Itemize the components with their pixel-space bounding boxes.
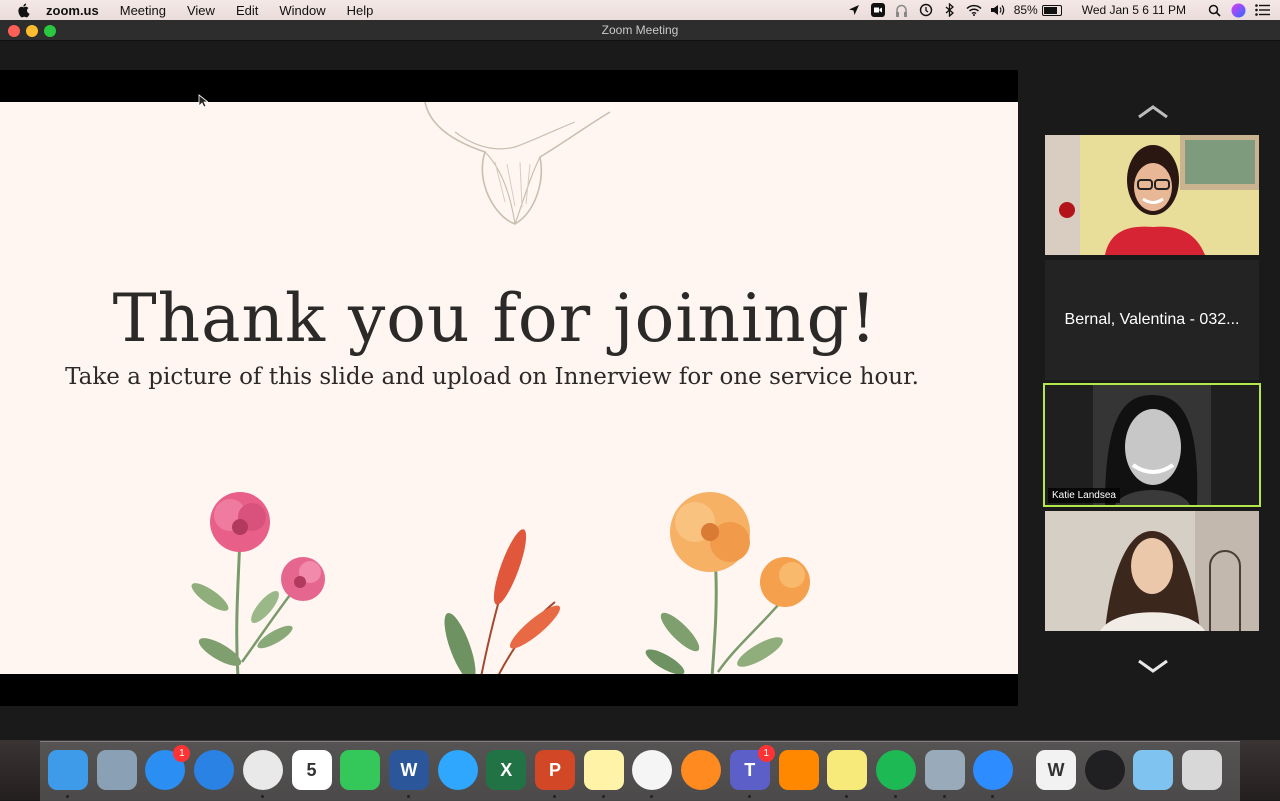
messages-icon[interactable]: [437, 750, 478, 790]
location-icon[interactable]: [846, 3, 862, 17]
spotlight-search-icon[interactable]: [1206, 3, 1222, 17]
battery-indicator[interactable]: 85%: [1014, 3, 1062, 17]
photos-icon[interactable]: [632, 750, 673, 790]
running-indicator: [553, 795, 556, 798]
zoom-icon[interactable]: [973, 750, 1014, 790]
security-app-icon[interactable]: [1084, 750, 1125, 790]
word-icon[interactable]: W: [388, 750, 429, 790]
running-indicator: [747, 795, 751, 798]
screen-share-letterbox-top: [0, 70, 1018, 102]
scroll-down-chevron-icon[interactable]: [1136, 657, 1170, 675]
books-icon[interactable]: [681, 750, 722, 790]
clock[interactable]: Wed Jan 5 6 11 PM: [1082, 3, 1186, 17]
teams-icon[interactable]: T1: [729, 745, 775, 790]
safari-icon[interactable]: [194, 750, 235, 790]
image-capture-icon[interactable]: [924, 750, 965, 790]
running-indicator: [893, 795, 897, 798]
trash-icon[interactable]: [1182, 750, 1223, 790]
dock-icon-label: W: [1047, 759, 1065, 780]
participant-video-4: [1045, 511, 1259, 631]
running-indicator: [991, 795, 995, 798]
menu-window[interactable]: Window: [279, 3, 325, 18]
running-indicator: [942, 795, 946, 798]
scroll-up-chevron-icon[interactable]: [1136, 103, 1170, 121]
orange-poppies-illustration: [645, 492, 810, 674]
notes-icon[interactable]: [583, 750, 624, 790]
participant-video-1: [1045, 135, 1259, 255]
dock-icon-label: W: [400, 759, 418, 780]
stickies-icon[interactable]: [827, 750, 868, 790]
screen-share-letterbox-bottom: [0, 674, 1018, 706]
running-indicator: [601, 795, 605, 798]
notification-badge: 1: [757, 745, 775, 762]
app-menu[interactable]: zoom.us: [46, 3, 99, 18]
running-indicator: [260, 795, 264, 798]
volume-icon[interactable]: [990, 3, 1006, 17]
participant-name: Bernal, Valentina - 032...: [1064, 311, 1240, 328]
calendar-icon[interactable]: 5: [291, 750, 332, 790]
window-title: Zoom Meeting: [601, 23, 679, 37]
headphones-icon[interactable]: [894, 3, 910, 17]
red-wheat-illustration: [444, 529, 561, 674]
mouse-cursor-icon: [198, 94, 208, 108]
chrome-icon[interactable]: [242, 750, 283, 790]
time-machine-icon[interactable]: [918, 3, 934, 17]
notification-badge: 1: [173, 745, 191, 762]
wifi-icon[interactable]: [966, 3, 982, 17]
dock-icon-label: X: [500, 759, 513, 780]
status-area: 85% Wed Jan 5 6 11 PM: [846, 0, 1280, 20]
line-art-flower-decoration: [424, 102, 611, 225]
running-indicator: [406, 795, 410, 798]
dock-icon-label: T: [744, 759, 756, 780]
participant-name-tag: Katie Landsea: [1048, 488, 1120, 503]
participant-video-tile-active[interactable]: Katie Landsea: [1043, 383, 1261, 507]
battery-icon: [1041, 4, 1062, 16]
siri-icon[interactable]: [1230, 3, 1246, 17]
excel-icon[interactable]: X: [486, 750, 527, 790]
facetime-icon[interactable]: [340, 750, 381, 790]
zoom-status-icon[interactable]: [870, 3, 886, 17]
participant-name-tile-2[interactable]: Bernal, Valentina - 032...: [1045, 260, 1259, 380]
pink-flowers-illustration: [191, 492, 325, 674]
participant-video-tile-4[interactable]: [1045, 511, 1259, 631]
running-indicator: [845, 795, 849, 798]
participant-video-3: [1045, 385, 1259, 505]
running-indicator: [650, 795, 654, 798]
slide-subtitle: Take a picture of this slide and upload …: [65, 364, 919, 390]
app-store-icon[interactable]: 1: [145, 745, 191, 790]
bluetooth-icon[interactable]: [942, 3, 958, 17]
dock: 15WXPT1W: [40, 741, 1240, 801]
slide-title: Thank you for joining!: [112, 280, 878, 357]
menu-edit[interactable]: Edit: [236, 3, 258, 18]
dock-icon-label: 5: [306, 759, 317, 780]
dock-icon-label: P: [548, 759, 561, 780]
menu-bar: zoom.us Meeting View Edit Window Help 85…: [0, 0, 1280, 20]
folder-icon[interactable]: [1133, 750, 1174, 790]
finder-icon[interactable]: [48, 750, 88, 790]
shared-slide: Thank you for joining! Take a picture of…: [0, 102, 1018, 674]
spotify-icon[interactable]: [875, 750, 916, 790]
word-document-icon[interactable]: W: [1036, 750, 1076, 790]
apple-menu-icon[interactable]: [16, 2, 32, 18]
window-title-bar: Zoom Meeting: [0, 20, 1280, 41]
notification-center-icon[interactable]: [1254, 3, 1270, 17]
meeting-area: Thank you for joining! Take a picture of…: [0, 41, 1280, 740]
vlc-icon[interactable]: [778, 750, 819, 790]
preview-icon[interactable]: [96, 750, 137, 790]
participant-video-tile-1[interactable]: [1045, 135, 1259, 255]
running-indicator: [66, 795, 69, 798]
menu-view[interactable]: View: [187, 3, 215, 18]
menu-help[interactable]: Help: [347, 3, 374, 18]
battery-percent: 85%: [1013, 3, 1038, 17]
menu-meeting[interactable]: Meeting: [120, 3, 166, 18]
powerpoint-icon[interactable]: P: [535, 750, 575, 790]
